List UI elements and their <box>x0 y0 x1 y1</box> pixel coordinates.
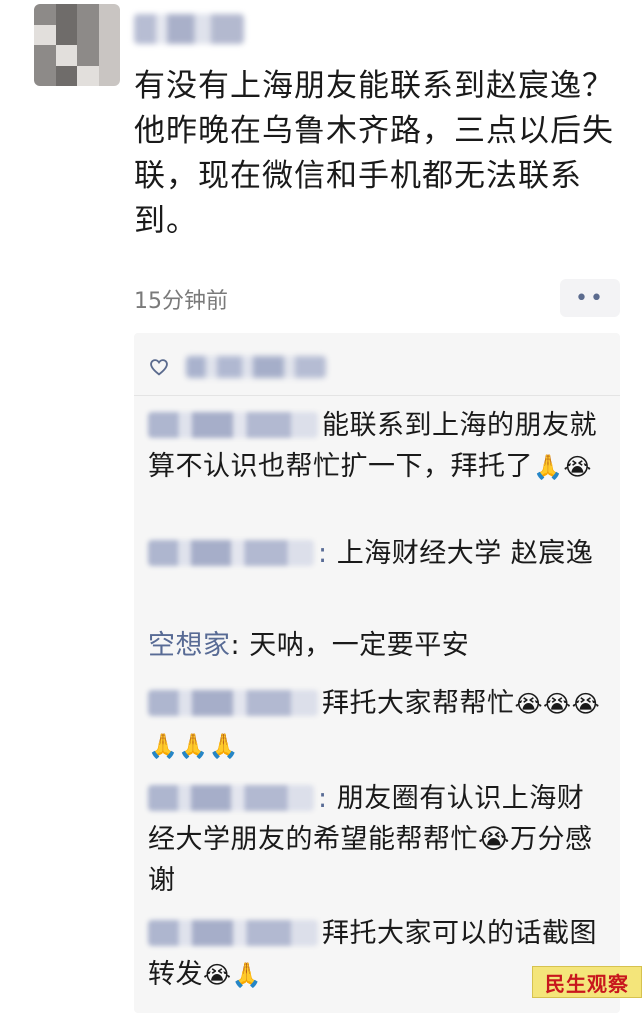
commenter-name-blurred[interactable] <box>148 690 318 716</box>
commenter-name-blurred[interactable] <box>148 920 318 946</box>
watermark: 民生观察 <box>532 966 642 998</box>
comment-5[interactable]: : 朋友圈有认识上海财经大学朋友的希望能帮帮忙😭万分感谢 <box>148 778 610 901</box>
author-name-blurred[interactable] <box>134 14 244 44</box>
heart-outline-icon <box>150 359 168 376</box>
likers-blurred[interactable] <box>186 356 326 378</box>
likes-row <box>148 347 326 387</box>
more-button[interactable]: •• <box>560 279 620 317</box>
commenter-name-blurred[interactable] <box>148 540 314 566</box>
comment-section: 能联系到上海的朋友就算不认识也帮忙扩一下，拜托了🙏😭 : 上海财经大学 赵宸逸 … <box>134 333 620 1013</box>
comment-1[interactable]: 能联系到上海的朋友就算不认识也帮忙扩一下，拜托了🙏😭 <box>148 405 610 488</box>
commenter-name[interactable]: 空想家 <box>148 630 231 661</box>
avatar[interactable] <box>34 4 120 86</box>
comment-2[interactable]: : 上海财经大学 赵宸逸 <box>148 533 610 574</box>
comment-4[interactable]: 拜托大家帮帮忙😭😭😭🙏🙏🙏 <box>148 683 610 767</box>
more-dots-icon: •• <box>575 285 605 311</box>
post-text: 有没有上海朋友能联系到赵宸逸？他昨晚在乌鲁木齐路，三点以后失联，现在微信和手机都… <box>134 68 614 239</box>
commenter-name-blurred[interactable] <box>148 785 314 811</box>
post-time: 15分钟前 <box>134 289 228 314</box>
divider <box>134 395 620 396</box>
comment-3[interactable]: 空想家: 天呐，一定要平安 <box>148 625 610 666</box>
commenter-name-blurred[interactable] <box>148 412 318 438</box>
